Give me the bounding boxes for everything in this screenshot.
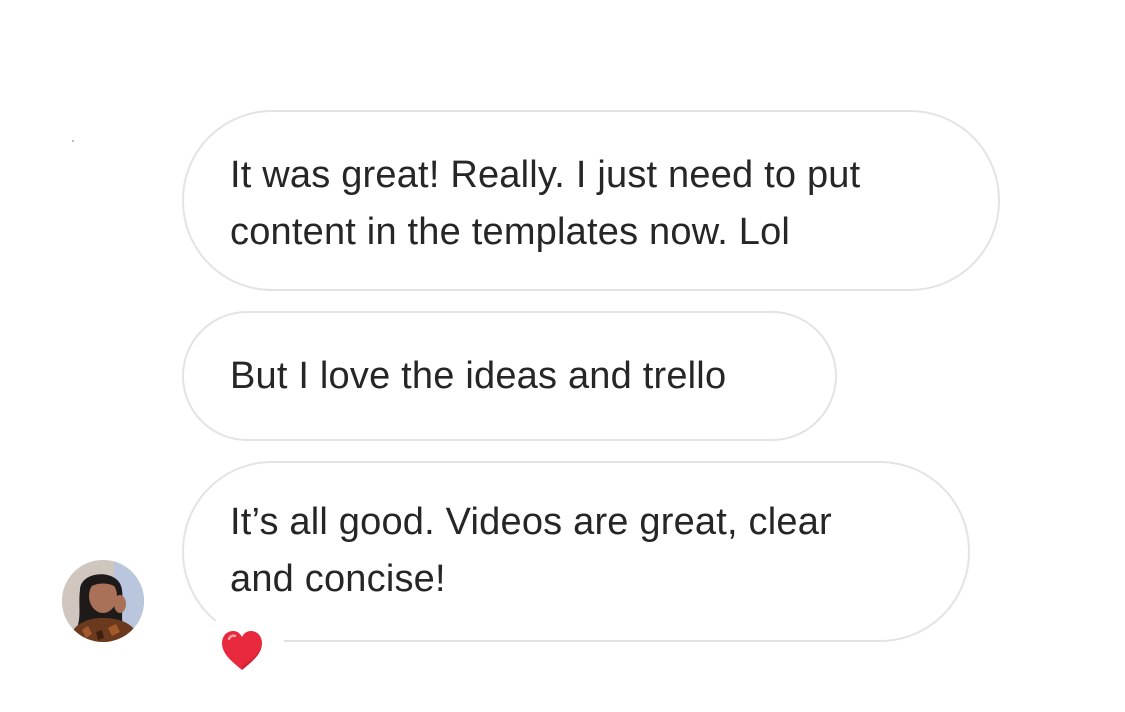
heart-icon — [222, 631, 262, 670]
sender-avatar[interactable] — [62, 560, 144, 642]
message-text-line: It’s all good. Videos are great, clear — [230, 501, 832, 543]
message-bubble[interactable]: It was great! Really. I just need to put… — [182, 110, 1000, 291]
message-text-line: and concise! — [230, 558, 446, 600]
message-bubble[interactable]: It’s all good. Videos are great, clear a… — [182, 461, 970, 642]
profile-photo-icon — [62, 560, 144, 642]
decorative-dot — [72, 140, 74, 142]
message-thread: It was great! Really. I just need to put… — [0, 0, 1125, 712]
reaction-badge[interactable] — [200, 618, 284, 674]
message-text-line: It was great! Really. I just need to put — [230, 154, 861, 196]
message-text-line: But I love the ideas and trello — [230, 355, 727, 397]
message-bubble[interactable]: But I love the ideas and trello — [182, 311, 837, 441]
message-text-line: content in the templates now. Lol — [230, 211, 791, 253]
